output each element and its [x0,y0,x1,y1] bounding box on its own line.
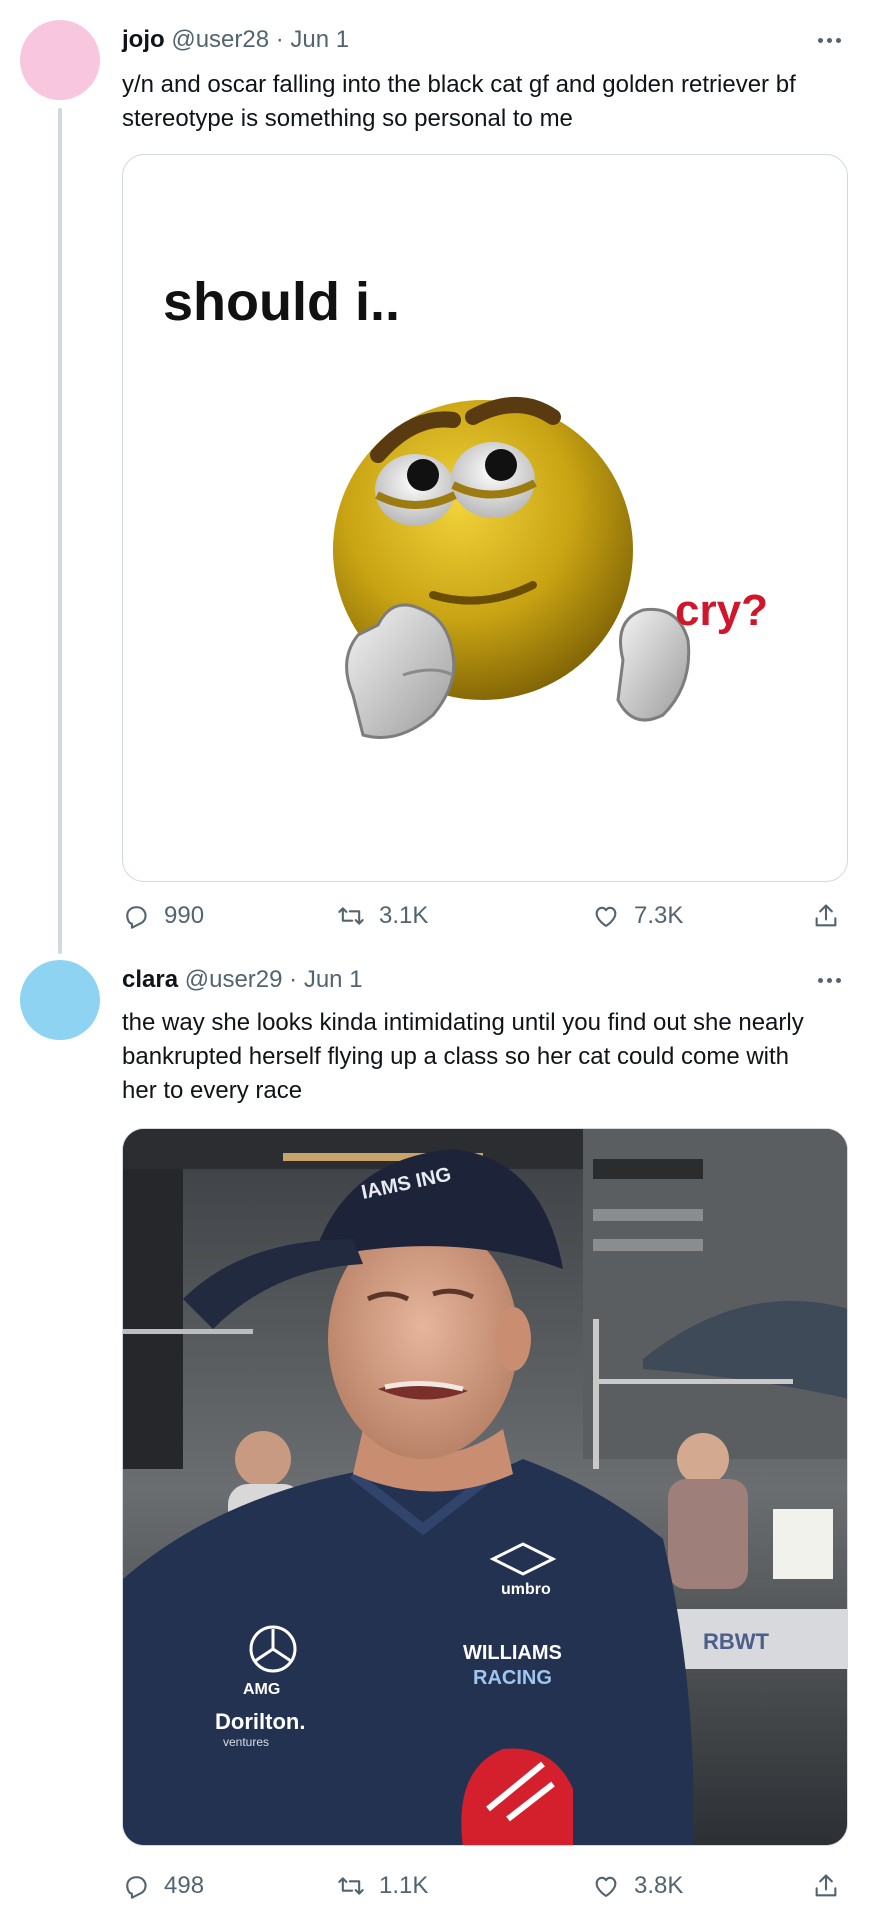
author-name[interactable]: jojo [122,26,165,53]
retweet-count: 3.1K [379,902,429,929]
reply-count: 498 [164,1872,205,1899]
like-button[interactable]: 3.8K [592,1866,683,1906]
retweet-button[interactable]: 3.1K [337,896,428,936]
tweet-media[interactable]: RBWT IAMS ING umbro WILLIAMS RACING AMG … [122,1128,848,1846]
reply-icon [126,1876,147,1899]
tweet-text: the way she looks kinda intimidating unt… [122,1009,804,1104]
thinking-emoji-image: should i.. cry? [163,272,768,739]
avatar[interactable] [20,960,100,1040]
retweet-icon [338,907,364,925]
tweet-header: clara @user29 · Jun 1 [122,962,849,998]
reply-button[interactable]: 498 [122,1866,204,1906]
author-name[interactable]: clara [122,966,178,993]
tweet[interactable]: clara @user29 · Jun 1 the way she looks … [0,960,869,1920]
retweet-button[interactable]: 1.1K [337,1866,428,1906]
like-icon [595,1876,617,1897]
thread-line [58,108,62,954]
author-handle[interactable]: @user28 [171,26,269,53]
tweet-date[interactable]: Jun 1 [290,26,349,53]
retweet-icon [338,1877,364,1895]
tweet[interactable]: jojo @user28 · Jun 1 y/n and oscar falli… [0,0,869,960]
share-icon [815,1874,837,1897]
meme-caption-side: cry? [675,586,768,635]
tweet-actions: 990 3.1K 7.3K [122,896,848,936]
like-count: 7.3K [634,902,684,929]
like-icon [595,906,617,927]
share-icon [815,904,837,927]
share-button[interactable] [812,1866,840,1906]
retweet-count: 1.1K [379,1872,429,1899]
more-icon[interactable] [811,962,847,998]
tweet-actions: 498 1.1K 3.8K [122,1866,848,1906]
tweet-header: jojo @user28 · Jun 1 [122,22,849,58]
like-button[interactable]: 7.3K [592,896,683,936]
shirt-sponsor: umbro [501,1581,551,1598]
tweet-text: y/n and oscar falling into the black cat… [122,71,796,132]
reply-button[interactable]: 990 [122,896,204,936]
author-handle[interactable]: @user29 [185,966,283,993]
tweet-date[interactable]: Jun 1 [304,966,363,993]
shirt-team-line1: WILLIAMS [463,1642,562,1664]
reply-count: 990 [164,902,205,929]
like-count: 3.8K [634,1872,684,1899]
separator: · [289,966,298,993]
tweet-media[interactable]: should i.. cry? [122,154,848,882]
more-icon[interactable] [811,22,847,58]
meme-caption-top: should i.. [163,272,400,332]
shirt-brand: AMG [243,1681,280,1698]
avatar[interactable] [20,20,100,100]
separator: · [275,26,284,53]
share-button[interactable] [812,896,840,936]
driver-photo: RBWT IAMS ING umbro WILLIAMS RACING AMG … [123,1129,847,1845]
shirt-team-line2: RACING [473,1667,552,1689]
reply-icon [126,906,147,929]
banner-text: RBWT [703,1629,770,1654]
shirt-partner: Dorilton. [215,1709,305,1734]
shirt-partner-sub: ventures [223,1735,269,1749]
